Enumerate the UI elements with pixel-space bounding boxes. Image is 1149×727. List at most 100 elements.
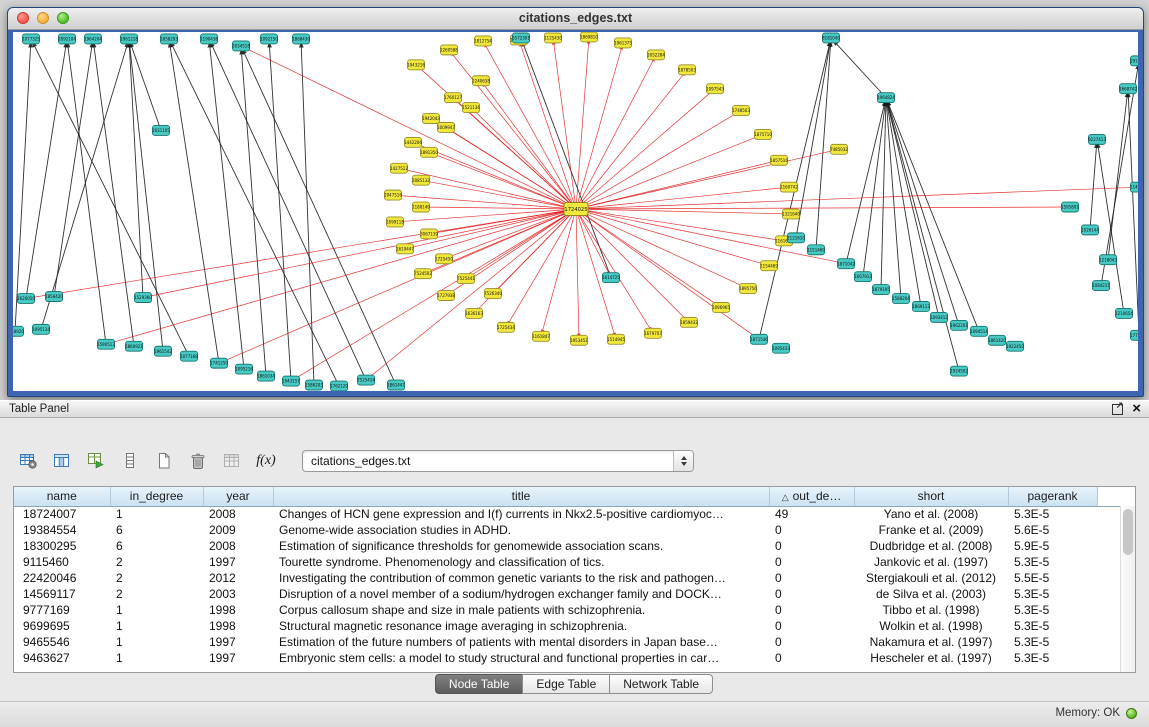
- column-selector-button[interactable]: [50, 450, 74, 472]
- graph-node[interactable]: 1724025: [564, 203, 588, 216]
- graph-node[interactable]: 1942043: [422, 114, 440, 124]
- graph-node[interactable]: 1868430: [292, 34, 310, 44]
- row-selector-button[interactable]: [118, 450, 142, 472]
- graph-edge[interactable]: [576, 209, 579, 340]
- table-row[interactable]: 977716911998Corpus callosum shape and si…: [14, 602, 1135, 618]
- graph-edge[interactable]: [129, 39, 143, 298]
- tab-node-table[interactable]: Node Table: [435, 674, 524, 694]
- graph-edge[interactable]: [576, 160, 779, 209]
- graph-edge[interactable]: [429, 152, 576, 209]
- column-header-in_degree[interactable]: in_degree: [110, 487, 203, 506]
- graph-node[interactable]: 1869810: [580, 32, 598, 42]
- graph-edge[interactable]: [576, 43, 623, 209]
- graph-node[interactable]: 1190436: [200, 34, 218, 44]
- edit-table-button[interactable]: [220, 450, 244, 472]
- graph-node[interactable]: 7524502: [414, 269, 432, 279]
- graph-node[interactable]: 1084211: [1092, 281, 1110, 291]
- graph-node[interactable]: 2052284: [647, 50, 665, 60]
- graph-node[interactable]: 1161847: [532, 331, 550, 341]
- graph-node[interactable]: 1962201: [950, 320, 968, 330]
- new-column-button[interactable]: [152, 450, 176, 472]
- graph-node[interactable]: 1095216: [235, 364, 253, 374]
- graph-node[interactable]: 1772203: [1130, 330, 1138, 340]
- graph-edge[interactable]: [444, 209, 576, 259]
- graph-edge[interactable]: [576, 134, 763, 209]
- column-header-pagerank[interactable]: pagerank: [1008, 487, 1097, 506]
- graph-edge[interactable]: [1101, 61, 1138, 286]
- graph-node[interactable]: 1636163: [465, 308, 483, 318]
- graph-node[interactable]: 2085132: [412, 175, 430, 185]
- graph-node[interactable]: 1858420: [45, 292, 63, 302]
- graph-node[interactable]: 1588204: [892, 294, 910, 304]
- table-row[interactable]: 969969511998Structural magnetic resonanc…: [14, 618, 1135, 634]
- graph-node[interactable]: 1812754: [474, 36, 492, 46]
- table-selector-dropdown[interactable]: citations_edges.txt: [302, 450, 694, 472]
- graph-node[interactable]: 1099118: [386, 217, 404, 227]
- vertical-scrollbar[interactable]: [1120, 506, 1135, 672]
- graph-node[interactable]: 7526340: [484, 289, 502, 299]
- graph-node[interactable]: 2260588: [440, 45, 458, 55]
- graph-node[interactable]: 1727938: [437, 291, 455, 301]
- graph-node[interactable]: 1741250: [210, 358, 228, 368]
- graph-node[interactable]: 1861447: [387, 380, 405, 390]
- table-row[interactable]: 911546021997Tourette syndrome. Phenomeno…: [14, 554, 1135, 570]
- graph-edge[interactable]: [576, 209, 769, 266]
- graph-node[interactable]: 1679707: [644, 328, 662, 338]
- graph-node[interactable]: 1121610: [787, 233, 805, 243]
- graph-node[interactable]: 1875710: [754, 129, 772, 139]
- graph-node[interactable]: 1961375: [614, 38, 632, 48]
- table-row[interactable]: 1830029562008Estimation of significance …: [14, 538, 1135, 554]
- graph-node[interactable]: 1321640: [782, 209, 800, 219]
- graph-edge[interactable]: [506, 209, 576, 327]
- graph-edge[interactable]: [1128, 89, 1138, 336]
- graph-edge[interactable]: [831, 38, 886, 98]
- graph-node[interactable]: 1760127: [444, 93, 462, 103]
- graph-edge[interactable]: [31, 39, 189, 356]
- graph-node[interactable]: 2092104: [58, 34, 76, 44]
- graph-node[interactable]: 1077325: [22, 34, 40, 44]
- graph-node[interactable]: 1667913: [854, 272, 872, 282]
- graph-node[interactable]: 1218043: [1099, 255, 1117, 265]
- graph-node[interactable]: 1514945: [607, 334, 625, 344]
- table-mode-button[interactable]: [16, 450, 40, 472]
- graph-node[interactable]: 1619447: [396, 244, 414, 254]
- graph-node[interactable]: 1668742: [1119, 84, 1137, 94]
- graph-node[interactable]: 1748503: [732, 106, 750, 116]
- graph-node[interactable]: 1125430: [544, 33, 562, 43]
- table-row[interactable]: 946362711997Embryonic stem cells: a mode…: [14, 650, 1135, 666]
- graph-edge[interactable]: [26, 209, 576, 299]
- graph-edge[interactable]: [886, 98, 959, 326]
- graph-edge[interactable]: [521, 38, 611, 278]
- graph-edge[interactable]: [576, 209, 653, 333]
- graph-node[interactable]: 1762120: [330, 381, 348, 391]
- graph-node[interactable]: 1858293: [160, 34, 178, 44]
- graph-node[interactable]: 9227413: [1088, 134, 1106, 144]
- graph-edge[interactable]: [15, 39, 31, 331]
- graph-edge[interactable]: [219, 209, 576, 363]
- graph-edge[interactable]: [366, 209, 576, 380]
- graph-edge[interactable]: [576, 37, 589, 209]
- table-row[interactable]: 1872400712008Changes of HCN gene express…: [14, 506, 1135, 522]
- graph-node[interactable]: 1818920: [13, 326, 24, 336]
- graph-node[interactable]: 1614725: [602, 273, 620, 283]
- graph-node[interactable]: 1859432: [680, 317, 698, 327]
- graph-node[interactable]: 2031105: [152, 125, 170, 135]
- graph-node[interactable]: 1145408: [1130, 182, 1138, 192]
- graph-edge[interactable]: [576, 209, 689, 322]
- column-header-name[interactable]: name: [14, 487, 110, 506]
- graph-edge[interactable]: [301, 39, 314, 385]
- graph-edge[interactable]: [241, 46, 396, 385]
- graph-edge[interactable]: [576, 111, 741, 209]
- graph-node[interactable]: 1961542: [154, 346, 172, 356]
- graph-node[interactable]: 1861034: [257, 371, 275, 381]
- graph-node[interactable]: 1891350: [420, 147, 438, 157]
- graph-node[interactable]: 1878503: [678, 65, 696, 75]
- function-builder-button[interactable]: f(x): [254, 450, 278, 472]
- graph-edge[interactable]: [886, 98, 921, 307]
- graph-node[interactable]: 1188149: [412, 202, 430, 212]
- network-canvas[interactable]: 1724025194321622605881812754166409111254…: [13, 32, 1138, 391]
- graph-edge[interactable]: [576, 187, 789, 209]
- graph-edge[interactable]: [241, 46, 576, 209]
- graph-edge[interactable]: [1108, 89, 1128, 260]
- graph-edge[interactable]: [471, 108, 576, 209]
